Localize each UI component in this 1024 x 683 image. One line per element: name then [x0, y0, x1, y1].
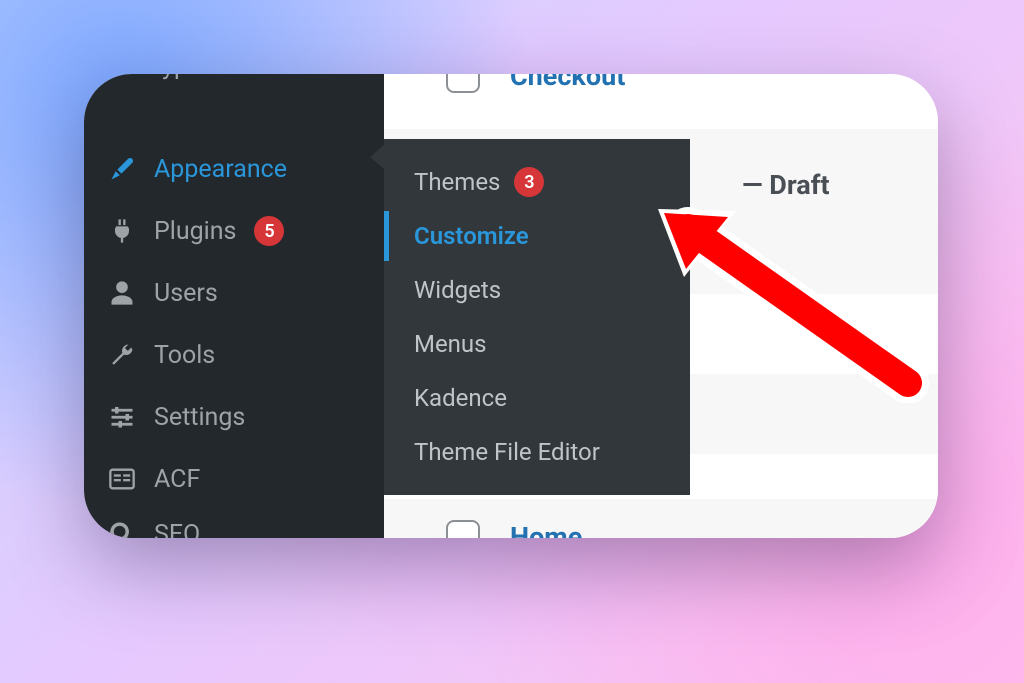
row-checkbox[interactable] — [446, 74, 480, 93]
sidebar-item-label: SEO — [154, 520, 200, 539]
update-count-badge: 3 — [514, 167, 544, 197]
submenu-item-label: Kadence — [414, 384, 507, 412]
sidebar-item-appearance[interactable]: Appearance — [84, 138, 384, 200]
sidebar-item-label: Plugins — [154, 217, 236, 246]
admin-sidebar: type Appearance Plugins 5 Users To — [84, 74, 384, 538]
sidebar-item-tools[interactable]: Tools — [84, 324, 384, 386]
sidebar-item-label: Settings — [154, 403, 245, 432]
search-icon — [108, 520, 136, 538]
submenu-item-label: Menus — [414, 330, 487, 358]
submenu-item-label: Themes — [414, 168, 500, 196]
sidebar-item-label: Users — [154, 279, 218, 308]
acf-icon — [108, 465, 136, 493]
sidebar-item-label: Tools — [154, 341, 215, 370]
submenu-item-label: Theme File Editor — [414, 438, 600, 466]
sidebar-item-type[interactable]: type — [84, 74, 384, 114]
row-status: — Draft — [742, 169, 830, 201]
sidebar-item-label: ACF — [154, 465, 200, 494]
sidebar-item-settings[interactable]: Settings — [84, 386, 384, 448]
update-count-badge: 5 — [254, 216, 284, 246]
sidebar-item-seo[interactable]: SEO — [84, 510, 384, 538]
wrench-icon — [108, 341, 136, 369]
user-icon — [108, 279, 136, 307]
submenu-item-widgets[interactable]: Widgets — [384, 263, 690, 317]
page-title-link[interactable]: Home — [510, 521, 582, 538]
submenu-item-label: Widgets — [414, 276, 501, 304]
brush-icon — [108, 155, 136, 183]
appearance-submenu: Themes 3 Customize Widgets Menus Kadence… — [384, 139, 690, 495]
screenshot-card: Checkout — Draft Home type Appearance — [84, 74, 938, 538]
plug-icon — [108, 217, 136, 245]
submenu-item-theme-file-editor[interactable]: Theme File Editor — [384, 425, 690, 479]
sidebar-item-acf[interactable]: ACF — [84, 448, 384, 510]
sidebar-item-label: Appearance — [154, 155, 287, 184]
page-title-link[interactable]: Checkout — [510, 74, 625, 92]
sidebar-item-label: type — [154, 74, 201, 81]
submenu-item-customize[interactable]: Customize — [384, 209, 690, 263]
table-row[interactable]: Home — [384, 499, 938, 538]
submenu-item-label: Customize — [414, 222, 529, 250]
sidebar-item-users[interactable]: Users — [84, 262, 384, 324]
submenu-item-menus[interactable]: Menus — [384, 317, 690, 371]
submenu-item-themes[interactable]: Themes 3 — [384, 155, 690, 209]
submenu-item-kadence[interactable]: Kadence — [384, 371, 690, 425]
sliders-icon — [108, 403, 136, 431]
generic-icon — [108, 74, 136, 102]
sidebar-item-plugins[interactable]: Plugins 5 — [84, 200, 384, 262]
row-checkbox[interactable] — [446, 520, 480, 538]
table-row[interactable]: Checkout — [384, 74, 938, 114]
